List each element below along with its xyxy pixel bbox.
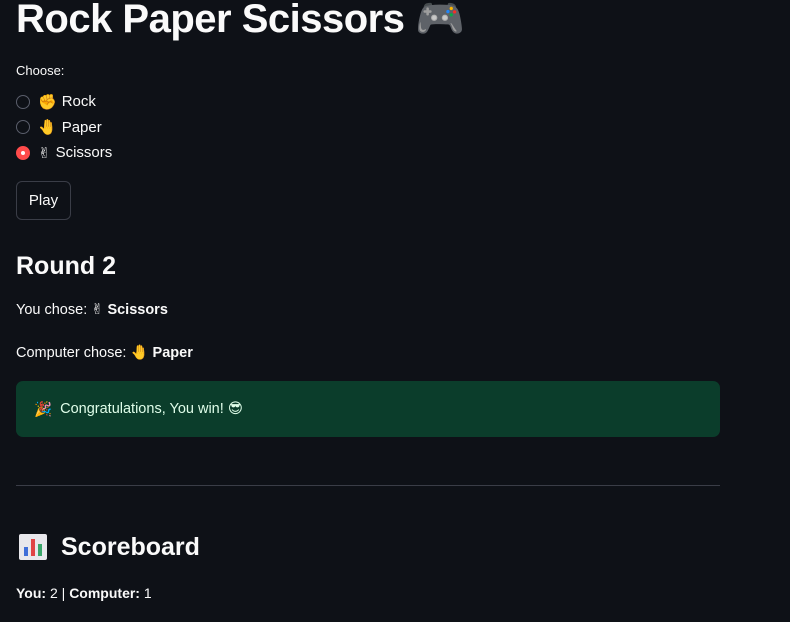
radio-option-paper[interactable]: 🤚 Paper	[16, 115, 112, 141]
result-message: Congratulations, You win!	[60, 401, 224, 417]
success-alert: 🎉 Congratulations, You win! 😎	[16, 381, 720, 437]
computer-chose-value: Paper	[152, 345, 193, 361]
party-popper-icon: 🎉	[34, 401, 53, 418]
choice-radio-group: ✊ Rock 🤚 Paper ✌ Scissors	[16, 89, 112, 166]
scoreboard-heading: Scoreboard	[16, 531, 200, 563]
radio-button-rock[interactable]	[16, 94, 30, 109]
radio-option-rock[interactable]: ✊ Rock	[16, 89, 112, 115]
score-line: You: 2 | Computer: 1	[16, 585, 152, 601]
you-chose-prefix: You chose:	[16, 302, 92, 318]
raised-hand-icon: 🤚	[130, 345, 149, 361]
fist-icon: ✊	[38, 93, 57, 111]
divider	[16, 485, 720, 486]
radio-button-paper[interactable]	[16, 120, 30, 135]
radio-label-rock: Rock	[61, 93, 96, 111]
you-chose-line: You chose: ✌ Scissors	[16, 302, 168, 318]
scoreboard-title: Scoreboard	[61, 533, 200, 561]
computer-score-value: 1	[143, 585, 152, 601]
computer-score-label: Computer:	[69, 585, 140, 601]
victory-hand-icon: ✌	[91, 302, 104, 318]
radio-option-scissors[interactable]: ✌ Scissors	[16, 140, 112, 166]
game-controller-icon: 🎮	[415, 0, 465, 41]
radio-button-scissors[interactable]	[16, 145, 30, 160]
bar-chart-icon	[19, 534, 47, 560]
title-text: Rock Paper Scissors	[16, 0, 405, 41]
app-root: Rock Paper Scissors 🎮 Choose: ✊ Rock 🤚 P…	[0, 0, 790, 622]
you-score-value: 2	[49, 585, 58, 601]
sunglasses-face-icon: 😎	[227, 401, 243, 417]
raised-hand-icon: 🤚	[38, 119, 57, 137]
radio-label-paper: Paper	[61, 118, 102, 136]
computer-chose-line: Computer chose: 🤚 Paper	[16, 344, 193, 361]
play-button[interactable]: Play	[16, 181, 71, 220]
you-chose-value: Scissors	[107, 302, 168, 318]
round-heading: Round 2	[16, 252, 116, 280]
choice-label: Choose:	[16, 63, 65, 78]
you-score-label: You:	[16, 585, 47, 601]
victory-hand-icon: ✌	[38, 144, 51, 162]
page-title: Rock Paper Scissors 🎮	[16, 0, 465, 44]
score-separator: |	[57, 585, 70, 601]
radio-label-scissors: Scissors	[55, 144, 113, 162]
computer-chose-prefix: Computer chose:	[16, 345, 131, 361]
